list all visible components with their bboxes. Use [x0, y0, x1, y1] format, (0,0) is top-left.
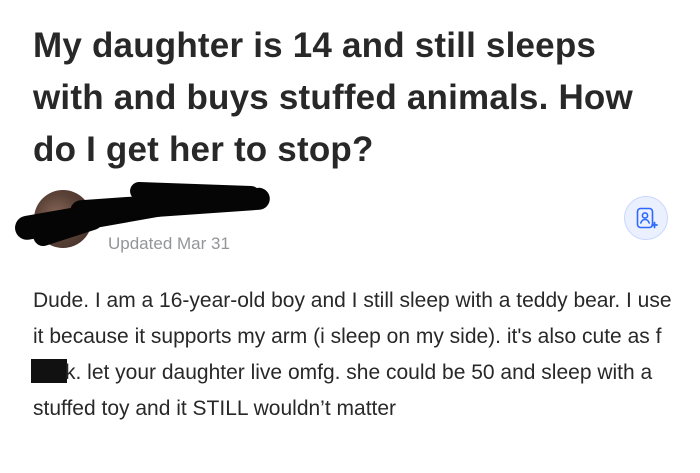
- answer-text-part1: Dude. I am a 16-year-old boy and I still…: [33, 289, 672, 348]
- follow-button[interactable]: [624, 196, 668, 240]
- answer-body: Dude. I am a 16-year-old boy and I still…: [31, 283, 673, 427]
- add-follow-icon: [636, 207, 658, 229]
- question-title[interactable]: My daughter is 14 and still sleeps with …: [33, 20, 673, 176]
- author-row: Updated Mar 31: [0, 181, 700, 262]
- updated-timestamp[interactable]: Updated Mar 31: [108, 234, 230, 254]
- answer-text-part2: k. let your daughter live omfg. she coul…: [33, 361, 653, 420]
- censor-block: [31, 359, 67, 383]
- quora-answer-page: My daughter is 14 and still sleeps with …: [0, 0, 700, 473]
